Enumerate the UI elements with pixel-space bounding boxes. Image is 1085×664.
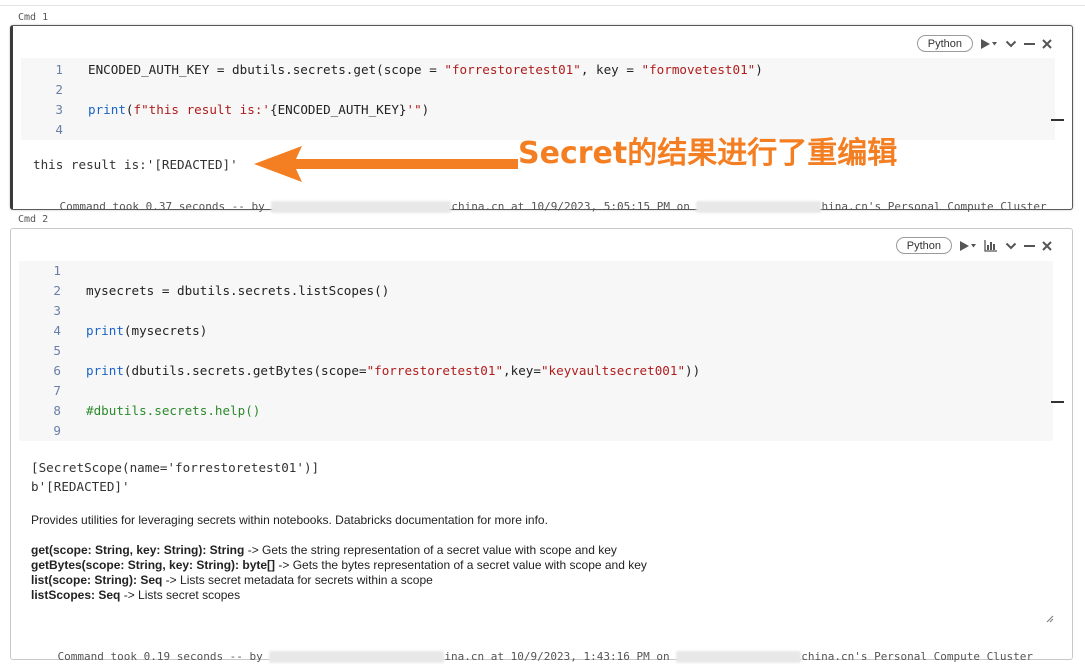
scroll-marker bbox=[1051, 119, 1064, 121]
method-signature: getBytes(scope: String, key: String): by… bbox=[31, 558, 276, 572]
code-token: , key = bbox=[580, 62, 642, 77]
cell-output-1: this result is:'[REDACTED]' bbox=[33, 157, 238, 172]
command-took-prefix: Command took 0.37 seconds -- by bbox=[59, 200, 272, 213]
command-took-time: china.cn at 10/9/2023, 5:05:15 PM on bbox=[451, 200, 697, 213]
cmd-label-1: Cmd 1 bbox=[18, 12, 49, 23]
code-token: ,key= bbox=[503, 363, 541, 378]
top-divider bbox=[0, 5, 1085, 6]
chevron-down-icon[interactable] bbox=[1005, 241, 1017, 251]
run-icon[interactable] bbox=[980, 38, 998, 50]
minimize-icon[interactable] bbox=[1024, 241, 1035, 251]
command-took-time: ina.cn at 10/9/2023, 1:43:16 PM on bbox=[444, 650, 677, 663]
line-number: 5 bbox=[53, 343, 61, 358]
code-text: print(mysecrets) bbox=[86, 321, 207, 341]
code-token: print bbox=[86, 363, 124, 378]
code-token: "formovetest01" bbox=[641, 62, 756, 77]
code-token: "forrestoretest01" bbox=[444, 62, 581, 77]
code-token: mysecrets = dbutils.secrets.listScopes() bbox=[86, 283, 390, 298]
method-signature: get(scope: String, key: String): String bbox=[31, 543, 245, 557]
resize-grip-icon[interactable] bbox=[1046, 615, 1054, 623]
code-token: ( bbox=[125, 102, 134, 117]
code-text: print(f"this result is:'{ENCODED_AUTH_KE… bbox=[88, 100, 429, 120]
code-token: ) bbox=[755, 62, 763, 77]
redacted-cluster bbox=[676, 651, 802, 663]
line-number: 7 bbox=[53, 383, 61, 398]
code-token: f"this result is:' bbox=[133, 102, 270, 117]
command-took-prefix: Command took 0.19 seconds -- by bbox=[57, 650, 270, 663]
cell-output-line: b'[REDACTED]' bbox=[31, 479, 130, 494]
help-method: listScopes: Seq -> Lists secret scopes bbox=[31, 588, 647, 603]
method-description: -> Lists secret metadata for secrets wit… bbox=[162, 573, 433, 587]
code-token: {ENCODED_AUTH_KEY} bbox=[270, 102, 407, 117]
close-icon[interactable] bbox=[1042, 240, 1052, 251]
method-description: -> Lists secret scopes bbox=[120, 588, 241, 602]
code-token: ENCODED_AUTH_KEY = dbutils.secrets.get(s… bbox=[88, 62, 445, 77]
minimize-icon[interactable] bbox=[1024, 39, 1035, 49]
language-badge[interactable]: Python bbox=[895, 237, 952, 254]
chevron-down-icon[interactable] bbox=[1005, 39, 1017, 49]
code-token: )) bbox=[685, 363, 701, 378]
redacted-user bbox=[269, 651, 445, 663]
line-number: 3 bbox=[53, 303, 61, 318]
command-took-cluster: hina.cn's Personal Compute Cluster bbox=[821, 200, 1047, 213]
code-text: ENCODED_AUTH_KEY = dbutils.secrets.get(s… bbox=[88, 60, 763, 80]
method-signature: listScopes: Seq bbox=[31, 588, 121, 602]
notebook-cell-2[interactable]: Python 1 2 mysecrets = dbutils.secrets.lis… bbox=[10, 228, 1073, 663]
method-signature: list(scope: String): Seq bbox=[31, 573, 163, 587]
command-took-1: Command took 0.37 seconds -- by china.cn… bbox=[33, 187, 1047, 226]
close-icon[interactable] bbox=[1042, 38, 1052, 49]
annotation-text: Secret的结果进行了重编辑 bbox=[518, 136, 898, 171]
line-number: 6 bbox=[53, 363, 61, 378]
annotation-arrow bbox=[254, 146, 518, 182]
command-took-2: Command took 0.19 seconds -- by ina.cn a… bbox=[31, 637, 1033, 664]
help-method: list(scope: String): Seq -> Lists secret… bbox=[31, 573, 647, 588]
line-number: 4 bbox=[53, 323, 61, 338]
language-badge[interactable]: Python bbox=[916, 35, 973, 52]
code-text: print(dbutils.secrets.getBytes(scope="fo… bbox=[86, 361, 700, 381]
line-number: 2 bbox=[55, 82, 63, 97]
redacted-user bbox=[271, 201, 452, 213]
line-number: 2 bbox=[53, 283, 61, 298]
code-text: mysecrets = dbutils.secrets.listScopes() bbox=[86, 281, 389, 301]
line-number: 3 bbox=[55, 102, 63, 117]
help-method: getBytes(scope: String, key: String): by… bbox=[31, 558, 647, 573]
method-description: -> Gets the bytes representation of a se… bbox=[275, 558, 647, 572]
code-text: #dbutils.secrets.help() bbox=[86, 401, 260, 421]
line-number: 8 bbox=[53, 403, 61, 418]
code-editor-2[interactable]: 1 2 mysecrets = dbutils.secrets.listScopes… bbox=[19, 261, 1053, 441]
cell-toolbar-2: Python bbox=[895, 237, 1052, 254]
code-token: ) bbox=[421, 102, 430, 117]
code-token: (mysecrets) bbox=[123, 323, 208, 338]
command-took-cluster: china.cn's Personal Compute Cluster bbox=[801, 650, 1034, 663]
code-token: "keyvaultsecret001" bbox=[540, 363, 686, 378]
code-token: print bbox=[86, 323, 124, 338]
code-token: (dbutils.secrets.getBytes(scope= bbox=[123, 363, 367, 378]
cell-output-line: [SecretScope(name='forrestoretest01')] bbox=[31, 460, 320, 475]
code-token: #dbutils.secrets.help() bbox=[86, 403, 261, 418]
method-description: -> Gets the string representation of a s… bbox=[244, 543, 617, 557]
line-number: 4 bbox=[55, 122, 63, 137]
scroll-marker bbox=[1051, 401, 1064, 403]
line-number: 9 bbox=[53, 423, 61, 438]
line-number: 1 bbox=[55, 62, 63, 77]
code-token: '" bbox=[406, 102, 422, 117]
code-token: "forrestoretest01" bbox=[366, 363, 504, 378]
line-number: 1 bbox=[53, 263, 61, 278]
help-intro: Provides utilities for leveraging secret… bbox=[31, 513, 548, 527]
help-method-list: get(scope: String, key: String): String … bbox=[31, 543, 647, 603]
run-icon[interactable] bbox=[959, 240, 977, 252]
notebook-cell-1[interactable]: Python 1 ENCODED_AUTH_KEY = dbutils.secre… bbox=[10, 25, 1073, 213]
code-token: print bbox=[88, 102, 126, 117]
cmd-label-2: Cmd 2 bbox=[18, 214, 49, 225]
help-method: get(scope: String, key: String): String … bbox=[31, 543, 647, 558]
redacted-cluster bbox=[696, 201, 822, 213]
cell-toolbar-1: Python bbox=[916, 35, 1052, 52]
chart-icon[interactable] bbox=[984, 239, 998, 252]
